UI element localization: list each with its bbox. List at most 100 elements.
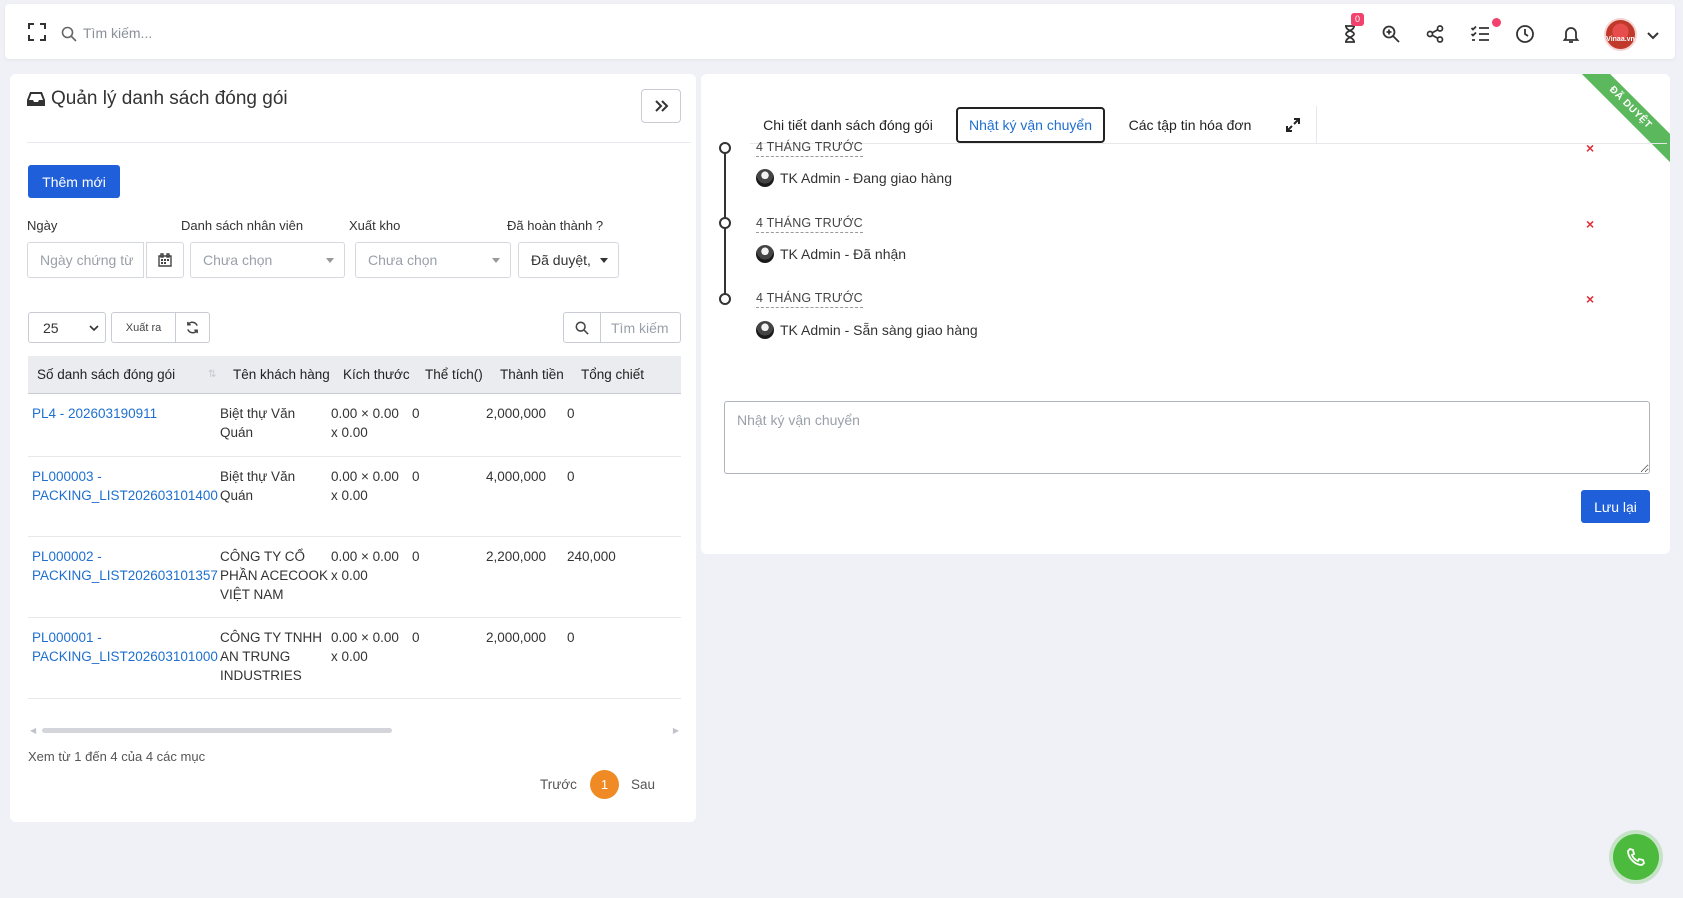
table-header: Số danh sách đóng gói ⇅ Tên khách hàng K… xyxy=(28,356,681,394)
col-header-discount[interactable]: Tổng chiết xyxy=(581,367,644,382)
done-filter-label: Đã hoàn thành ? xyxy=(507,218,604,233)
customer-cell: Biệt thự Văn Quán xyxy=(220,469,296,503)
table-row[interactable]: PL000002 - PACKING_LIST202603101357 CÔNG … xyxy=(28,537,681,618)
detail-tabs: Chi tiết danh sách đóng gói Nhật ký vận … xyxy=(750,90,1667,144)
size-cell: 0.00 × 0.00 x 0.00 xyxy=(331,630,399,664)
page-title: Quản lý danh sách đóng gói xyxy=(27,88,288,110)
caret-down-icon xyxy=(326,258,334,263)
divider xyxy=(27,142,691,143)
col-header-number[interactable]: Số danh sách đóng gói xyxy=(37,367,175,382)
col-header-customer[interactable]: Tên khách hàng xyxy=(233,367,330,382)
collapse-button[interactable] xyxy=(641,89,681,123)
shipping-log-textarea[interactable] xyxy=(724,401,1650,474)
date-input[interactable]: Ngày chứng từ xyxy=(27,242,144,278)
task-list-icon[interactable] xyxy=(1470,24,1490,44)
done-select[interactable]: Đã duyệt, xyxy=(518,242,619,278)
warehouse-filter-label: Xuất kho xyxy=(349,218,401,233)
scroll-left-icon[interactable]: ◀ xyxy=(30,726,36,735)
timeline-dot xyxy=(719,217,731,229)
calendar-button[interactable] xyxy=(146,242,184,278)
page-size-select[interactable]: 25 xyxy=(28,312,106,343)
search-icon xyxy=(575,321,589,335)
user-avatar-icon xyxy=(756,169,774,187)
size-cell: 0.00 × 0.00 x 0.00 xyxy=(331,549,399,583)
pagination-next[interactable]: Sau xyxy=(631,777,655,792)
table-row[interactable]: PL4 - 202603190911 Biệt thự Văn Quán 0.00… xyxy=(28,394,681,457)
packing-list-link[interactable]: PL000002 - PACKING_LIST202603101357 xyxy=(32,547,218,585)
timeline-time: 4 THÁNG TRƯỚC xyxy=(756,216,863,233)
timer-badge: 0 xyxy=(1351,13,1365,26)
calendar-icon xyxy=(158,253,172,267)
table-row[interactable]: PL000003 - PACKING_LIST202603101400 Biệt … xyxy=(28,457,681,537)
staff-select[interactable]: Chưa chọn xyxy=(190,242,345,278)
table-row[interactable]: PL000001 - PACKING_LIST202603101000 CÔNG … xyxy=(28,618,681,699)
table-search-button[interactable] xyxy=(563,312,601,343)
bell-icon[interactable] xyxy=(1561,24,1581,44)
share-icon[interactable] xyxy=(1425,24,1445,44)
phone-icon xyxy=(1627,847,1646,866)
detail-panel: ĐÃ DUYỆT Chi tiết danh sách đóng gói Nhậ… xyxy=(701,74,1670,554)
pagination-prev[interactable]: Trước xyxy=(540,777,577,792)
discount-cell: 0 xyxy=(567,630,575,645)
sort-icon[interactable]: ⇅ xyxy=(208,369,220,381)
scroll-right-icon[interactable]: ▶ xyxy=(673,726,679,735)
staff-select-value: Chưa chọn xyxy=(203,252,273,268)
date-filter-label: Ngày xyxy=(27,218,58,233)
volume-cell: 0 xyxy=(412,549,420,564)
amount-cell: 2,000,000 xyxy=(486,630,547,645)
amount-cell: 4,000,000 xyxy=(486,469,547,484)
delete-log-button[interactable]: × xyxy=(1586,216,1594,232)
add-new-button[interactable]: Thêm mới xyxy=(28,165,120,198)
hourglass-icon[interactable] xyxy=(1340,24,1360,44)
user-avatar-icon xyxy=(756,321,774,339)
packing-list-link[interactable]: PL000001 - PACKING_LIST202603101000 xyxy=(32,628,218,666)
inbox-icon xyxy=(27,92,45,106)
timeline-time: 4 THÁNG TRƯỚC xyxy=(756,140,863,157)
horizontal-scrollbar[interactable]: ◀ ▶ xyxy=(28,726,681,735)
chevron-down-icon[interactable] xyxy=(1646,28,1660,42)
tab-invoice-files[interactable]: Các tập tin hóa đơn xyxy=(1115,106,1265,144)
packing-list-link[interactable]: PL000003 - PACKING_LIST202603101400 xyxy=(32,467,218,505)
timeline-time: 4 THÁNG TRƯỚC xyxy=(756,291,863,308)
page-size-value: 25 xyxy=(43,319,59,336)
double-chevron-right-icon xyxy=(655,100,669,112)
notification-dot xyxy=(1492,18,1501,27)
user-avatar-icon xyxy=(756,245,774,263)
expand-icon[interactable] xyxy=(27,22,47,42)
delete-log-button[interactable]: × xyxy=(1586,140,1594,156)
tab-separator xyxy=(1316,106,1317,144)
timeline-entry: TK Admin - Đã nhận xyxy=(756,245,906,263)
fullscreen-tab-button[interactable] xyxy=(1273,106,1313,144)
refresh-icon xyxy=(187,321,198,334)
timeline-dot xyxy=(719,142,731,154)
refresh-button[interactable] xyxy=(175,312,210,343)
page-title-text: Quản lý danh sách đóng gói xyxy=(51,88,288,109)
user-avatar[interactable]: Vinaa.vn xyxy=(1604,18,1637,51)
search-zoom-icon[interactable] xyxy=(1381,24,1401,44)
global-search-input[interactable] xyxy=(83,22,323,44)
delete-log-button[interactable]: × xyxy=(1586,291,1594,307)
scrollbar-thumb[interactable] xyxy=(42,728,392,733)
table-search-input[interactable]: Tìm kiếm xyxy=(600,312,681,343)
export-button[interactable]: Xuất ra xyxy=(111,312,176,343)
expand-arrows-icon xyxy=(1286,118,1300,132)
timeline-entry: TK Admin - Sẵn sàng giao hàng xyxy=(756,321,978,339)
pagination-current[interactable]: 1 xyxy=(590,770,619,799)
chevron-down-icon xyxy=(89,325,99,332)
save-button[interactable]: Lưu lại xyxy=(1581,490,1650,523)
packing-list-panel: Quản lý danh sách đóng gói Thêm mới Ngày… xyxy=(10,74,696,822)
table-search-placeholder: Tìm kiếm xyxy=(611,319,669,336)
tab-shipping-log[interactable]: Nhật ký vận chuyển xyxy=(956,107,1105,143)
customer-cell: CÔNG TY TNHH AN TRUNG INDUSTRIES xyxy=(220,630,323,683)
discount-cell: 0 xyxy=(567,469,575,484)
col-header-volume[interactable]: Thể tích() xyxy=(425,367,483,382)
call-button[interactable] xyxy=(1613,834,1659,880)
col-header-size[interactable]: Kích thước xyxy=(343,367,410,382)
tab-packing-detail[interactable]: Chi tiết danh sách đóng gói xyxy=(750,106,946,144)
packing-list-link[interactable]: PL4 - 202603190911 xyxy=(32,404,157,423)
date-placeholder: Ngày chứng từ xyxy=(40,252,134,268)
clock-icon[interactable] xyxy=(1515,24,1535,44)
warehouse-select[interactable]: Chưa chọn xyxy=(355,242,511,278)
caret-down-icon xyxy=(492,258,500,263)
col-header-amount[interactable]: Thành tiền xyxy=(500,367,564,382)
